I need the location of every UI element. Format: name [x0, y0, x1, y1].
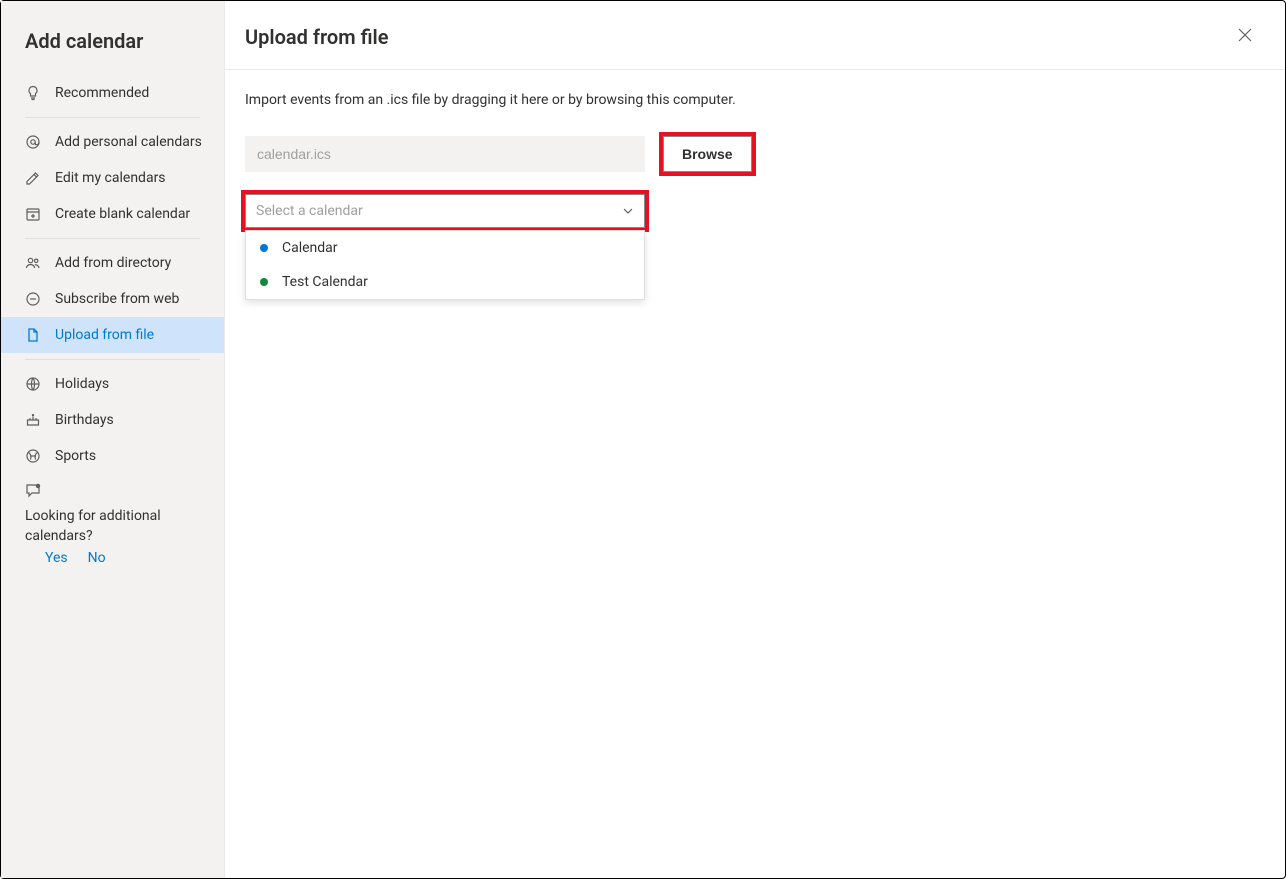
sidebar-item-label: Recommended: [55, 85, 149, 101]
dropdown-option-test-calendar[interactable]: Test Calendar: [246, 265, 644, 299]
sidebar: Add calendar Recommended Add personal ca…: [1, 1, 225, 878]
main-panel: Upload from file Import events from an .…: [225, 1, 1285, 878]
browse-button[interactable]: Browse: [663, 136, 752, 172]
file-upload-icon: [25, 327, 41, 343]
sidebar-item-label: Edit my calendars: [55, 170, 166, 186]
feedback-icon: [25, 482, 43, 500]
sidebar-item-upload-file[interactable]: Upload from file: [1, 317, 224, 353]
dropdown-option-calendar[interactable]: Calendar: [246, 231, 644, 265]
sidebar-item-add-personal[interactable]: Add personal calendars: [1, 124, 224, 160]
sidebar-item-label: Subscribe from web: [55, 291, 179, 307]
sidebar-title: Add calendar: [1, 19, 224, 75]
sidebar-item-edit-my[interactable]: Edit my calendars: [1, 160, 224, 196]
divider: [25, 117, 200, 118]
sidebar-item-label: Sports: [55, 448, 96, 464]
feedback-yes-link[interactable]: Yes: [45, 550, 68, 566]
sports-icon: [25, 448, 41, 464]
close-icon: [1238, 28, 1252, 46]
color-dot-icon: [260, 278, 268, 286]
sidebar-item-label: Add personal calendars: [55, 134, 202, 150]
dropdown-option-label: Test Calendar: [282, 274, 368, 290]
lightbulb-icon: [25, 85, 41, 101]
divider: [25, 238, 200, 239]
calendar-dropdown: Calendar Test Calendar: [245, 230, 645, 300]
sidebar-item-sports[interactable]: Sports: [1, 438, 224, 474]
at-sign-icon: [25, 134, 41, 150]
color-dot-icon: [260, 244, 268, 252]
feedback-text: Looking for additional calendars?: [25, 506, 185, 546]
close-button[interactable]: [1229, 21, 1261, 53]
sidebar-item-label: Birthdays: [55, 412, 114, 428]
sidebar-item-recommended[interactable]: Recommended: [1, 75, 224, 111]
chevron-down-icon: [622, 205, 634, 217]
sidebar-item-add-directory[interactable]: Add from directory: [1, 245, 224, 281]
dropdown-option-label: Calendar: [282, 240, 338, 256]
select-placeholder: Select a calendar: [256, 203, 363, 219]
sidebar-item-label: Add from directory: [55, 255, 171, 271]
sidebar-item-holidays[interactable]: Holidays: [1, 366, 224, 402]
sidebar-item-birthdays[interactable]: Birthdays: [1, 402, 224, 438]
feedback-block: Looking for additional calendars? Yes No: [1, 474, 224, 566]
description-text: Import events from an .ics file by dragg…: [245, 92, 1265, 108]
sidebar-item-label: Create blank calendar: [55, 206, 190, 222]
calendar-select[interactable]: Select a calendar: [245, 194, 645, 228]
cake-icon: [25, 412, 41, 428]
sidebar-item-label: Upload from file: [55, 327, 154, 343]
sidebar-item-subscribe-web[interactable]: Subscribe from web: [1, 281, 224, 317]
globe-icon: [25, 376, 41, 392]
main-header: Upload from file: [225, 1, 1285, 70]
feedback-no-link[interactable]: No: [88, 550, 106, 566]
globe-minus-icon: [25, 291, 41, 307]
edit-icon: [25, 170, 41, 186]
sidebar-item-label: Holidays: [55, 376, 109, 392]
sidebar-item-create-blank[interactable]: Create blank calendar: [1, 196, 224, 232]
people-icon: [25, 255, 41, 271]
calendar-plus-icon: [25, 206, 41, 222]
page-title: Upload from file: [245, 25, 388, 49]
file-input[interactable]: [245, 136, 645, 172]
divider: [25, 359, 200, 360]
